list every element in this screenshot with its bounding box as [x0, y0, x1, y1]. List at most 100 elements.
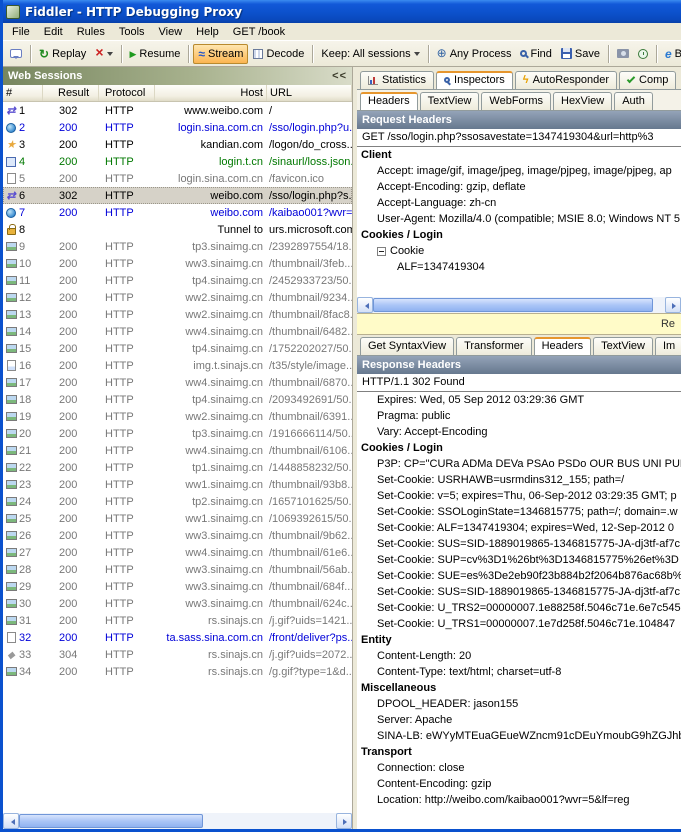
header-item[interactable]: Expires: Wed, 05 Sep 2012 03:29:36 GMT — [357, 392, 681, 408]
response-tab-get-syntaxview[interactable]: Get SyntaxView — [360, 337, 454, 355]
header-item[interactable]: Server: Apache — [357, 712, 681, 728]
session-row[interactable]: 23200HTTPww1.sinaimg.cn/thumbnail/93b8..… — [3, 476, 352, 493]
resume-button[interactable]: Resume — [126, 46, 185, 62]
request-tab-headers[interactable]: Headers — [360, 92, 418, 111]
header-item[interactable]: Set-Cookie: v=5; expires=Thu, 06-Sep-201… — [357, 488, 681, 504]
header-item[interactable]: Set-Cookie: SUE=es%3De2eb90f23b884b2f206… — [357, 568, 681, 584]
session-row[interactable]: 13200HTTPww2.sinaimg.cn/thumbnail/8fac8.… — [3, 306, 352, 323]
request-tab-hexview[interactable]: HexView — [553, 92, 612, 110]
session-row[interactable]: 17200HTTPww4.sinaimg.cn/thumbnail/6870..… — [3, 374, 352, 391]
header-item[interactable]: Set-Cookie: USRHAWB=usrmdins312_155; pat… — [357, 472, 681, 488]
response-status-line[interactable]: HTTP/1.1 302 Found — [357, 374, 681, 392]
response-tab-headers[interactable]: Headers — [534, 337, 592, 356]
request-hscrollbar[interactable] — [357, 297, 681, 313]
request-line[interactable]: GET /sso/login.php?ssosavestate=13474193… — [357, 129, 681, 147]
session-row[interactable]: 32200HTTPta.sass.sina.com.cn/front/deliv… — [3, 629, 352, 646]
session-row[interactable]: 29200HTTPww3.sinaimg.cn/thumbnail/684f..… — [3, 578, 352, 595]
header-item[interactable]: P3P: CP="CURa ADMa DEVa PSAo PSDo OUR BU… — [357, 456, 681, 472]
collapse-toggle-icon[interactable] — [377, 247, 386, 256]
header-item[interactable]: Set-Cookie: ALF=1347419304; expires=Wed,… — [357, 520, 681, 536]
column-header-url[interactable]: URL — [267, 85, 352, 101]
session-row[interactable]: 24200HTTPtp2.sinaimg.cn/1657101625/50... — [3, 493, 352, 510]
browse-button[interactable]: Br — [661, 45, 681, 63]
session-row[interactable]: 9200HTTPtp3.sinaimg.cn/2392897554/18... — [3, 238, 352, 255]
encoding-notification-bar[interactable]: Re — [357, 313, 681, 335]
session-row[interactable]: 27200HTTPww4.sinaimg.cn/thumbnail/61e6..… — [3, 544, 352, 561]
header-item[interactable]: Connection: close — [357, 760, 681, 776]
header-item[interactable]: Set-Cookie: SSOLoginState=1346815775; pa… — [357, 504, 681, 520]
session-row[interactable]: 22200HTTPtp1.sinaimg.cn/1448858232/50... — [3, 459, 352, 476]
session-row[interactable]: 8Tunnel tours.microsoft.com — [3, 221, 352, 238]
tab-autoresponder[interactable]: AutoResponder — [515, 71, 617, 89]
scroll-left-button[interactable] — [3, 813, 19, 829]
header-item[interactable]: Set-Cookie: U_TRS1=00000007.1e7d258f.504… — [357, 616, 681, 632]
header-item[interactable]: Set-Cookie: SUS=SID-1889019865-134681577… — [357, 584, 681, 600]
header-item[interactable]: Vary: Accept-Encoding — [357, 424, 681, 440]
session-row[interactable]: 6302HTTPweibo.com/sso/login.php?s... — [3, 187, 352, 204]
scroll-track[interactable] — [19, 813, 336, 829]
session-row[interactable]: 20200HTTPtp3.sinaimg.cn/1916666114/50... — [3, 425, 352, 442]
replay-button[interactable]: Replay — [35, 45, 90, 63]
request-tab-auth[interactable]: Auth — [614, 92, 653, 110]
session-row[interactable]: 28200HTTPww3.sinaimg.cn/thumbnail/56ab..… — [3, 561, 352, 578]
menu-item-tools[interactable]: Tools — [112, 25, 152, 39]
header-item[interactable]: Accept: image/gif, image/jpeg, image/pjp… — [357, 163, 681, 179]
session-row[interactable]: 11200HTTPtp4.sinaimg.cn/2452933723/50... — [3, 272, 352, 289]
decode-button[interactable]: Decode — [249, 46, 308, 62]
request-tab-webforms[interactable]: WebForms — [481, 92, 551, 110]
header-subitem[interactable]: ALF=1347419304 — [357, 259, 681, 275]
menu-item-rules[interactable]: Rules — [70, 25, 112, 39]
scroll-thumb[interactable] — [19, 814, 203, 828]
response-tab-textview[interactable]: TextView — [593, 337, 653, 355]
scroll-track[interactable] — [373, 297, 665, 313]
session-row[interactable]: 7200HTTPweibo.com/kaibao001?wvr=... — [3, 204, 352, 221]
session-row[interactable]: 19200HTTPww2.sinaimg.cn/thumbnail/6391..… — [3, 408, 352, 425]
session-row[interactable]: 21200HTTPww4.sinaimg.cn/thumbnail/6106..… — [3, 442, 352, 459]
session-row[interactable]: 2200HTTPlogin.sina.com.cn/sso/login.php?… — [3, 119, 352, 136]
header-item[interactable]: User-Agent: Mozilla/4.0 (compatible; MSI… — [357, 211, 681, 227]
header-item[interactable]: Location: http://weibo.com/kaibao001?wvr… — [357, 792, 681, 808]
session-row[interactable]: 4200HTTPlogin.t.cn/sinaurl/loss.json... — [3, 153, 352, 170]
session-row[interactable]: 26200HTTPww3.sinaimg.cn/thumbnail/9b62..… — [3, 527, 352, 544]
remove-button[interactable] — [91, 45, 116, 62]
screenshot-button[interactable] — [613, 47, 633, 60]
session-row[interactable]: 10200HTTPww3.sinaimg.cn/thumbnail/3feb..… — [3, 255, 352, 272]
save-button[interactable]: Save — [557, 46, 604, 62]
header-item[interactable]: Set-Cookie: U_TRS2=00000007.1e88258f.504… — [357, 600, 681, 616]
session-row[interactable]: 33304HTTPrs.sinajs.cn/j.gif?uids=2072... — [3, 646, 352, 663]
column-header-result[interactable]: Result — [43, 85, 99, 101]
comment-button[interactable] — [6, 47, 26, 60]
response-tab-im[interactable]: Im — [655, 337, 681, 355]
scroll-right-button[interactable] — [665, 297, 681, 313]
header-item[interactable]: Content-Encoding: gzip — [357, 776, 681, 792]
find-button[interactable]: Find — [516, 46, 555, 62]
header-item[interactable]: Pragma: public — [357, 408, 681, 424]
session-row[interactable]: 18200HTTPtp4.sinaimg.cn/2093492691/50... — [3, 391, 352, 408]
session-row[interactable]: 15200HTTPtp4.sinaimg.cn/1752202027/50... — [3, 340, 352, 357]
session-row[interactable]: 5200HTTPlogin.sina.com.cn/favicon.ico — [3, 170, 352, 187]
session-row[interactable]: 31200HTTPrs.sinajs.cn/j.gif?uids=1421... — [3, 612, 352, 629]
tab-comp[interactable]: Comp — [619, 71, 676, 89]
collapse-panel-button[interactable]: << — [332, 70, 347, 82]
header-item[interactable]: DPOOL_HEADER: jason155 — [357, 696, 681, 712]
session-row[interactable]: 3200HTTPkandian.com/logon/do_cross... — [3, 136, 352, 153]
header-item[interactable]: Accept-Language: zh-cn — [357, 195, 681, 211]
header-item[interactable]: Content-Length: 20 — [357, 648, 681, 664]
response-tab-transformer[interactable]: Transformer — [456, 337, 532, 355]
menu-item-help[interactable]: Help — [189, 25, 226, 39]
header-item[interactable]: SINA-LB: eWYyMTEuaGEueWZncm91cDEuYmoubG9… — [357, 728, 681, 744]
header-item[interactable]: Accept-Encoding: gzip, deflate — [357, 179, 681, 195]
scroll-right-button[interactable] — [336, 813, 352, 829]
session-row[interactable]: 34200HTTPrs.sinajs.cn/g.gif?type=1&d... — [3, 663, 352, 680]
session-row[interactable]: 16200HTTPimg.t.sinajs.cn/t35/style/image… — [3, 357, 352, 374]
header-item[interactable]: Set-Cookie: SUS=SID-1889019865-134681577… — [357, 536, 681, 552]
menu-item-edit[interactable]: Edit — [37, 25, 70, 39]
menu-item-view[interactable]: View — [152, 25, 190, 39]
session-row[interactable]: 25200HTTPww1.sinaimg.cn/1069392615/50... — [3, 510, 352, 527]
keep-sessions-dropdown[interactable]: Keep: All sessions — [317, 46, 423, 62]
session-row[interactable]: 12200HTTPww2.sinaimg.cn/thumbnail/9234..… — [3, 289, 352, 306]
header-item[interactable]: Set-Cookie: SUP=cv%3D1%26bt%3D1346815775… — [357, 552, 681, 568]
request-tab-textview[interactable]: TextView — [420, 92, 480, 110]
scroll-left-button[interactable] — [357, 297, 373, 313]
stream-button[interactable]: Stream — [193, 44, 248, 64]
